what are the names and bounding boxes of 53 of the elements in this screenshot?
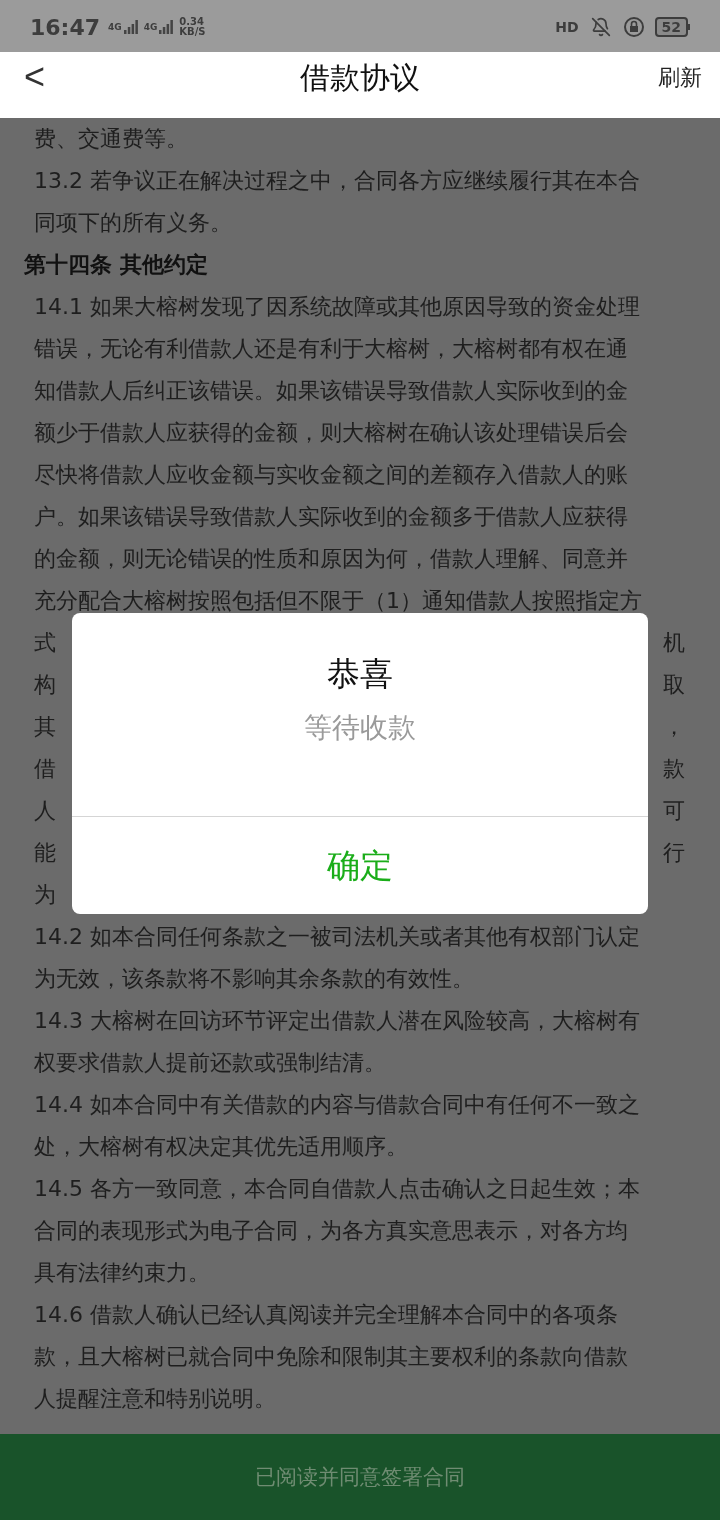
agreement-text: 可 (663, 796, 685, 825)
agreement-text: 错误，无论有利借款人还是有利于大榕树，大榕树都有权在通 (34, 334, 628, 363)
agreement-text: 知借款人后纠正该错误。如果该错误导致借款人实际收到的金 (34, 376, 628, 405)
agreement-text: 额少于借款人应获得的金额，则大榕树在确认该处理错误后会 (34, 418, 628, 447)
section-heading: 第十四条 其他约定 (24, 250, 208, 279)
signal-icon (123, 20, 138, 34)
signal-icon (159, 20, 174, 34)
agreement-text: 能 (34, 838, 56, 867)
agreement-text: 户。如果该错误导致借款人实际收到的金额多于借款人应获得 (34, 502, 628, 531)
agreement-text: 人 (34, 796, 56, 825)
agreement-text: 13.2 若争议正在解决过程之中，合同各方应继续履行其在本合 (34, 166, 640, 195)
network-type: 4G (143, 20, 158, 34)
dialog-title: 恭喜 (327, 653, 393, 695)
network-speed-unit: KB/S (179, 27, 206, 37)
clock: 16:47 (30, 13, 101, 42)
agreement-text: 同项下的所有义务。 (34, 208, 232, 237)
agreement-text: 式 (34, 628, 56, 657)
agreement-text: ， (663, 712, 685, 741)
battery-indicator: 52 (654, 17, 690, 37)
agreement-text: 权要求借款人提前还款或强制结清。 (34, 1048, 386, 1077)
page-title: 借款协议 (300, 58, 420, 97)
rotation-lock-icon (622, 16, 645, 38)
agreement-text: 行 (663, 838, 685, 867)
network-type: 4G (108, 20, 122, 34)
agreement-text: 处，大榕树有权决定其优先适用顺序。 (34, 1132, 408, 1161)
agreement-text: 为 (34, 880, 56, 909)
agreement-text: 费、交通费等。 (34, 124, 188, 153)
agreement-text: 14.4 如本合同中有关借款的内容与借款合同中有任何不一致之 (34, 1090, 640, 1119)
agreement-text: 构 (34, 670, 56, 699)
agreement-text: 充分配合大榕树按照包括但不限于（1）通知借款人按照指定方 (34, 586, 642, 615)
dialog-message: 等待收款 (304, 710, 416, 746)
agreement-text: 14.6 借款人确认已经认真阅读并完全理解本合同中的各项条 (34, 1300, 618, 1329)
agreement-text: 人提醒注意和特别说明。 (34, 1384, 276, 1413)
agreement-text: 借 (34, 754, 56, 783)
agreement-text: 14.2 如本合同任何条款之一被司法机关或者其他有权部门认定 (34, 922, 640, 951)
mute-icon (590, 17, 611, 37)
agreement-text: 机 (663, 628, 685, 657)
agreement-text: 取 (663, 670, 685, 699)
agreement-text: 款，且大榕树已就合同中免除和限制其主要权利的条款向借款 (34, 1342, 628, 1371)
agreement-text: 的金额，则无论错误的性质和原因为何，借款人理解、同意并 (34, 544, 628, 573)
agreement-text: 14.3 大榕树在回访环节评定出借款人潜在风险较高，大榕树有 (34, 1006, 640, 1035)
agreement-text: 14.1 如果大榕树发现了因系统故障或其他原因导致的资金处理 (34, 292, 640, 321)
agreement-text: 款 (663, 754, 685, 783)
agreement-text: 其 (34, 712, 56, 741)
agreement-text: 14.5 各方一致同意，本合同自借款人点击确认之日起生效；本 (34, 1174, 640, 1203)
network-speed: 0.34 (179, 17, 206, 27)
back-button[interactable]: < (24, 59, 46, 95)
hd-voice-label: HD (555, 17, 579, 37)
agreement-text: 为无效，该条款将不影响其余条款的有效性。 (34, 964, 474, 993)
agreement-text: 具有法律约束力。 (34, 1258, 210, 1287)
agreement-text: 合同的表现形式为电子合同，为各方真实意思表示，对各方均 (34, 1216, 628, 1245)
agreement-text: 尽快将借款人应收金额与实收金额之间的差额存入借款人的账 (34, 460, 628, 489)
refresh-button[interactable]: 刷新 (658, 60, 702, 94)
